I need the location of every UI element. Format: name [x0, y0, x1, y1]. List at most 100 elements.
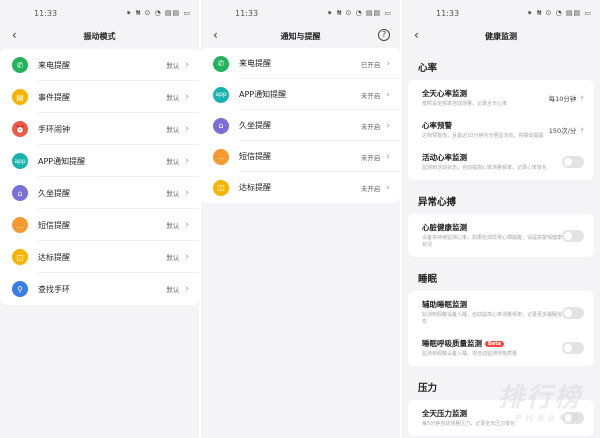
item-desc: 达到预警值，且最近10分钟内无明显活动，将振动提醒	[422, 133, 544, 139]
item-desc: 设备将持续监测心率，如果检测异常心搏提醒，请提高警惕健康状况	[422, 235, 563, 248]
item-desc: 监测到佩戴设备入睡，自动提高心率测量频率，记录更多睡眠信息	[422, 312, 563, 325]
page-title: 健康监测	[485, 31, 517, 41]
heart-rate-alert-item[interactable]: 心率预警 达到预警值，且最近10分钟内无明显活动，将振动提醒 150次/分 ›	[408, 114, 594, 146]
back-arrow-icon[interactable]: ‹	[12, 28, 17, 42]
phone-icon: ✆	[213, 55, 229, 72]
app-icon: app	[213, 86, 229, 103]
vibration-mode-screen: 11:33 ⁕ ₦ ⊙ ◔ ▤▤ ▭ ‹ 振动模式 ✆ 来电提醒 默认 › ▤ 事件提醒…	[0, 0, 199, 438]
chevron-right-icon: ›	[386, 120, 390, 131]
list-item-value: 已开启	[360, 60, 381, 69]
chevron-right-icon: ›	[580, 125, 584, 135]
status-icons: ⁕ ₦ ⊙ ◔ ▤▤ ▭	[526, 9, 592, 17]
heart-rate-card: 全天心率监测 按照设定频率自动测量，记录全天心率 每10分钟 › 心率预警 达到…	[408, 80, 594, 180]
title-bar: ‹ 通知与提醒 ?	[201, 26, 400, 46]
chevron-right-icon: ›	[185, 252, 189, 262]
back-arrow-icon[interactable]: ‹	[414, 28, 419, 42]
section-heart-rate: 心率	[418, 63, 438, 74]
list-item-label: 事件提醒	[38, 92, 70, 102]
title-bar: ‹ 振动模式	[0, 26, 199, 46]
status-icons: ⁕ ₦ ⊙ ◔ ▤▤ ▭	[125, 9, 191, 17]
status-bar: 11:33 ⁕ ₦ ⊙ ◔ ▤▤ ▭	[402, 0, 600, 26]
item-value: 150次/分	[548, 127, 577, 135]
help-icon[interactable]: ?	[378, 29, 390, 41]
heart-health-item: 心脏健康监测 设备将持续监测心率，如果检测异常心搏提醒，请提高警惕健康状况	[408, 216, 594, 255]
list-item-value: 默认	[166, 62, 180, 70]
list-item-label: 短信提醒	[38, 220, 70, 230]
list-item-label: APP通知提醒	[38, 156, 86, 166]
chevron-right-icon: ›	[386, 151, 390, 162]
list-item-value: 默认	[166, 126, 180, 134]
goal-icon: ◫	[213, 179, 229, 196]
item-title: 睡眠呼吸质量监测 Beta	[422, 338, 562, 349]
sleep-card: 辅助睡眠监测 监测到佩戴设备入睡，自动提高心率测量频率，记录更多睡眠信息 睡眠呼…	[408, 291, 594, 366]
item-title: 全天心率监测	[422, 89, 467, 98]
list-item-value: 默认	[166, 286, 180, 294]
status-icons: ⁕ ₦ ⊙ ◔ ▤▤ ▭	[326, 9, 392, 17]
list-item-label: 查找手环	[38, 284, 70, 294]
list-item-label: 来电提醒	[38, 60, 70, 70]
list-item-label: APP通知提醒	[239, 90, 287, 99]
list-item-phone[interactable]: ✆ 来电提醒 默认 ›	[0, 49, 199, 81]
beta-badge: Beta	[485, 341, 504, 347]
chevron-right-icon: ›	[386, 182, 390, 193]
notifications-screen: 11:33 ⁕ ₦ ⊙ ◔ ▤▤ ▭ ‹ 通知与提醒 ? ✆ 来电提醒 已开启 › a…	[201, 0, 400, 438]
status-time: 11:33	[436, 8, 460, 18]
list-item-calendar[interactable]: ▤ 事件提醒 默认 ›	[0, 81, 199, 113]
chevron-right-icon: ›	[185, 92, 189, 102]
goal-icon: ◫	[12, 249, 28, 265]
message-icon: …	[12, 217, 28, 233]
status-bar: 11:33 ⁕ ₦ ⊙ ◔ ▤▤ ▭	[201, 0, 400, 26]
list-item-app[interactable]: app APP通知提醒 默认 ›	[0, 145, 199, 177]
notification-list: ✆ 来电提醒 已开启 › app APP通知提醒 未开启 › ⌂ 久坐提醒 未开启 › … 短信提醒…	[201, 48, 400, 203]
list-item-value: 默认	[166, 190, 180, 198]
list-item-sofa[interactable]: ⌂ 久坐提醒 默认 ›	[0, 177, 199, 209]
chevron-right-icon: ›	[185, 124, 189, 134]
item-desc: 监测到活动状态，自动提高心率测量频率，记录心率变化	[422, 165, 548, 171]
sofa-icon: ⌂	[12, 185, 28, 201]
list-item-phone[interactable]: ✆ 来电提醒 已开启 ›	[201, 48, 400, 79]
app-icon: app	[12, 153, 28, 169]
list-item-message[interactable]: … 短信提醒 未开启 ›	[201, 141, 400, 172]
chevron-right-icon: ›	[185, 284, 189, 294]
back-arrow-icon[interactable]: ‹	[213, 28, 218, 42]
item-title: 心脏健康监测	[422, 223, 467, 232]
item-desc: 监测到佩戴设备入睡，将自动监测呼吸质量	[422, 351, 518, 357]
sleep-breathing-item: 睡眠呼吸质量监测 Beta 监测到佩戴设备入睡，将自动监测呼吸质量	[408, 332, 594, 364]
all-day-heart-rate-item[interactable]: 全天心率监测 按照设定频率自动测量，记录全天心率 每10分钟 ›	[408, 82, 594, 114]
list-item-value: 默认	[166, 94, 180, 102]
assisted-sleep-toggle[interactable]	[562, 306, 584, 319]
list-item-label: 短信提醒	[239, 152, 271, 161]
section-sleep: 睡眠	[418, 274, 438, 285]
chevron-right-icon: ›	[386, 58, 390, 69]
title-bar: ‹ 健康监测	[402, 26, 600, 46]
calendar-icon: ▤	[12, 89, 28, 105]
activity-heart-rate-toggle[interactable]	[562, 156, 584, 168]
item-title: 活动心率监测	[422, 153, 467, 162]
list-item-value: 未开启	[360, 122, 381, 131]
list-item-search[interactable]: ⚲ 查找手环 默认 ›	[0, 273, 199, 305]
sleep-breathing-toggle[interactable]	[562, 342, 584, 354]
chevron-right-icon: ›	[386, 89, 390, 100]
list-item-goal[interactable]: ◫ 达标提醒 默认 ›	[0, 241, 199, 273]
chevron-right-icon: ›	[185, 60, 189, 70]
chevron-right-icon: ›	[580, 93, 584, 103]
chevron-right-icon: ›	[185, 220, 189, 230]
list-item-alarm[interactable]: ⏰ 手环闹钟 默认 ›	[0, 113, 199, 145]
sofa-icon: ⌂	[213, 117, 229, 134]
item-value: 每10分钟	[548, 95, 577, 103]
list-item-goal[interactable]: ◫ 达标提醒 未开启 ›	[201, 172, 400, 203]
chevron-right-icon: ›	[185, 188, 189, 198]
list-item-value: 默认	[166, 158, 180, 166]
list-item-value: 默认	[166, 222, 180, 230]
alarm-icon: ⏰	[12, 121, 28, 137]
list-item-label: 达标提醒	[38, 252, 70, 262]
list-item-value: 默认	[166, 254, 180, 262]
heart-health-toggle[interactable]	[562, 229, 584, 242]
page-title: 通知与提醒	[280, 31, 321, 41]
item-desc: 按照设定频率自动测量，记录全天心率	[422, 101, 508, 107]
list-item-sofa[interactable]: ⌂ 久坐提醒 未开启 ›	[201, 110, 400, 141]
list-item-label: 久坐提醒	[38, 188, 70, 198]
list-item-app[interactable]: app APP通知提醒 未开启 ›	[201, 79, 400, 110]
page-title: 振动模式	[83, 31, 116, 41]
list-item-message[interactable]: … 短信提醒 默认 ›	[0, 209, 199, 241]
